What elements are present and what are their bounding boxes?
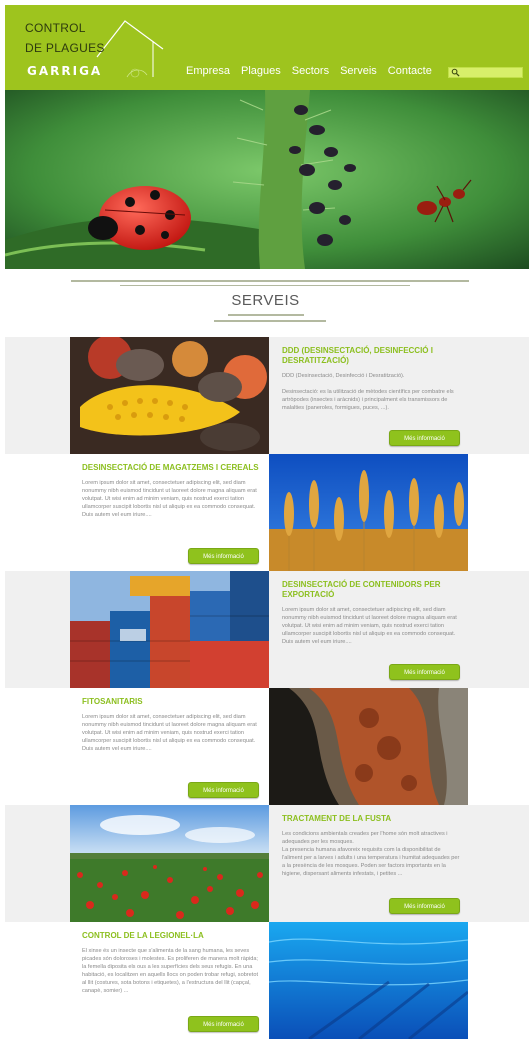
service-title: DESINSECTACIÓ DE CONTENIDORS PER EXPORTA… [282,580,441,599]
service-title: TRACTAMENT DE LA FUSTA [282,814,392,823]
search-box [448,67,523,78]
section-title: SERVEIS [231,292,300,309]
logo-line-control: CONTROL [25,21,86,35]
title-rule-top [71,280,469,282]
search-icon[interactable] [451,68,460,77]
more-info-button[interactable]: Més informació [389,898,460,914]
nav-contacte[interactable]: Contacte [388,65,432,77]
service-description: Lorem ipsum dolor sit amet, consectetuer… [82,480,257,518]
wheat-photo [269,454,468,571]
more-info-button[interactable]: Més informació [188,1016,259,1032]
service-text-fitosanitaris: FITOSANITARIS Lorem ipsum dolor sit amet… [82,697,262,753]
swimming-pool-photo [269,922,468,1039]
nav-plagues[interactable]: Plagues [241,65,281,77]
service-text-magatzems: DESINSECTACIÓ DE MAGATZEMS I CEREALS Lor… [82,463,262,519]
title-rule-bottom [228,314,304,316]
service-text-ddd: DDD (DESINSECTACIÓ, DESINFECCIÓ I DESRAT… [282,346,462,412]
service-text-contenidors: DESINSECTACIÓ DE CONTENIDORS PER EXPORTA… [282,580,462,646]
corn-mice-photo [70,337,269,454]
title-rule-top-2 [120,285,410,286]
more-info-button[interactable]: Més informació [188,782,259,798]
logo-line-plagues: DE PLAGUES [25,41,105,55]
title-rule-bottom-2 [214,320,326,322]
service-title: DESINSECTACIÓ DE MAGATZEMS I CEREALS [82,463,259,472]
search-input[interactable] [460,68,522,77]
shipping-containers-photo [70,571,269,688]
nav-serveis[interactable]: Serveis [340,65,377,77]
service-description: DDD (Desinsectació, Desinfecció i Desrat… [282,373,454,411]
nav-empresa[interactable]: Empresa [186,65,230,77]
more-info-button[interactable]: Més informació [389,430,460,446]
service-description: Lorem ipsum dolor sit amet, consectetuer… [282,607,457,645]
logo[interactable]: CONTROL DE PLAGUES GARRIGA [25,19,165,81]
service-text-fusta: TRACTAMENT DE LA FUSTA Les condicions am… [282,814,462,878]
service-text-legionella: CONTROL DE LA LEGIONEL·LA El xinxe és un… [82,931,262,995]
service-description: Les condicions ambientals creades per l'… [282,831,460,877]
service-title: CONTROL DE LA LEGIONEL·LA [82,931,204,940]
main-nav: Empresa Plagues Sectors Serveis Contacte [186,65,432,77]
service-description: El xinxe és un insecte que s'alimenta de… [82,948,259,994]
nav-sectors[interactable]: Sectors [292,65,329,77]
site-header: CONTROL DE PLAGUES GARRIGA Empresa Plagu… [5,5,529,90]
more-info-button[interactable]: Més informació [188,548,259,564]
service-description: Lorem ipsum dolor sit amet, consectetuer… [82,714,257,752]
hero-banner-ladybug-photo [5,90,529,269]
more-info-button[interactable]: Més informació [389,664,460,680]
service-title: FITOSANITARIS [82,697,143,706]
logo-brand: GARRIGA [27,64,103,78]
tree-bark-photo [269,688,468,805]
poppy-field-photo [70,805,269,922]
service-title: DDD (DESINSECTACIÓ, DESINFECCIÓ I DESRAT… [282,346,433,365]
